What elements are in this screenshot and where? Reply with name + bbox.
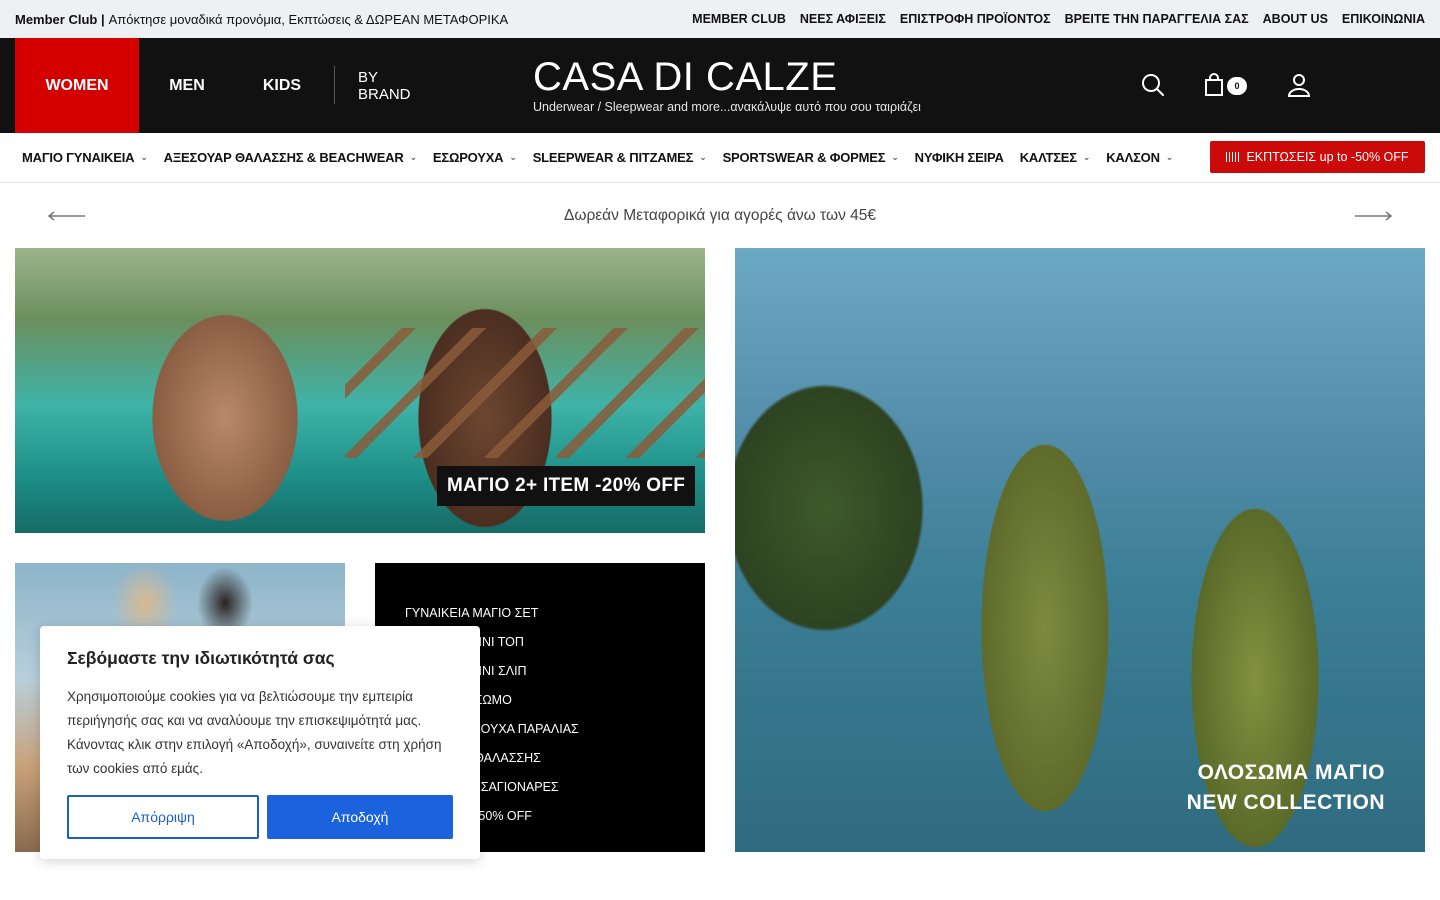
banner-offer-label: ΜΑΓΙΟ 2+ ITEM -20% OFF — [437, 466, 696, 506]
top-link-returns[interactable]: ΕΠΙΣΤΡΟΦΗ ΠΡΟΪΟΝΤΟΣ — [900, 12, 1051, 26]
shopping-bag-icon[interactable] — [1202, 72, 1228, 98]
top-link-contact[interactable]: ΕΠΙΚΟΙΝΩΝΙΑ — [1342, 12, 1425, 26]
chevron-down-icon: ⌄ — [140, 152, 148, 162]
nav-men[interactable]: MEN — [160, 38, 214, 133]
cart-count-badge: 0 — [1227, 77, 1247, 95]
member-club-text: Απόκτησε μοναδικά προνόμια, Εκπτώσεις & … — [108, 11, 509, 27]
announcement-carousel: Δωρεάν Μεταφορικά για αγορές άνω των 45€ — [0, 183, 1440, 248]
top-announcement-bar: Member Club | Απόκτησε μοναδικά προνόμια… — [0, 0, 1440, 38]
banner-collection-label: ΟΛΟΣΩΜΑ ΜΑΓΙΟ NEW COLLECTION — [1187, 758, 1385, 818]
accept-button[interactable]: Αποδοχή — [267, 795, 453, 839]
top-link-find-order[interactable]: ΒΡΕΙΤΕ ΤΗΝ ΠΑΡΑΓΓΕΛΙΑ ΣΑΣ — [1065, 12, 1249, 26]
reject-button[interactable]: Απόρριψη — [67, 795, 259, 839]
member-club-promo[interactable]: Member Club | Απόκτησε μοναδικά προνόμια… — [15, 12, 508, 27]
sale-label: ΕΚΠΤΩΣΕΙΣ up to -50% OFF — [1246, 150, 1409, 164]
banner-collection-line-1: ΟΛΟΣΩΜΑ ΜΑΓΙΟ — [1197, 761, 1385, 784]
cat-swimwear[interactable]: ΜΑΓΙΟ ΓΥΝΑΙΚΕΙΑ ⌄ — [22, 150, 148, 165]
chevron-down-icon: ⌄ — [1082, 152, 1091, 162]
cat-label: SPORTSWEAR & ΦΟΡΜΕΣ — [722, 150, 886, 165]
cookie-body: Χρησιμοποιούμε cookies για να βελτιώσουμ… — [67, 689, 442, 776]
member-club-label: Member Club | — [15, 11, 105, 27]
banner-collection-line-2: NEW COLLECTION — [1186, 791, 1385, 814]
barcode-icon — [1226, 152, 1241, 162]
user-account-icon[interactable] — [1286, 72, 1312, 98]
arrow-left-icon[interactable] — [47, 209, 87, 221]
top-links: MEMBER CLUB ΝΕΕΣ ΑΦΙΞΕΙΣ ΕΠΙΣΤΡΟΦΗ ΠΡΟΪΟ… — [692, 12, 1425, 26]
sale-button[interactable]: ΕΚΠΤΩΣΕΙΣ up to -50% OFF — [1210, 141, 1425, 173]
banner-one-piece-collection[interactable]: ΟΛΟΣΩΜΑ ΜΑΓΙΟ NEW COLLECTION — [735, 248, 1425, 852]
list-item[interactable]: ΓΥΝΑΙΚΕΙΑ ΜΑΓΙΟ ΣΕΤ — [405, 599, 675, 628]
cat-sportswear[interactable]: SPORTSWEAR & ΦΟΡΜΕΣ ⌄ — [723, 150, 899, 165]
chevron-down-icon: ⌄ — [1165, 152, 1174, 162]
nav-by-brand[interactable]: BY BRAND — [358, 38, 434, 133]
top-link-new-arrivals[interactable]: ΝΕΕΣ ΑΦΙΞΕΙΣ — [800, 12, 886, 26]
logo-name: CASA DI CALZE — [533, 55, 838, 99]
cat-underwear[interactable]: ΕΣΩΡΟΥΧΑ ⌄ — [433, 150, 517, 165]
cat-label: ΚΑΛΤΣΕΣ — [1019, 150, 1077, 165]
cat-beach-accessories[interactable]: ΑΞΕΣΟΥΑΡ ΘΑΛΑΣΣΗΣ & BEACHWEAR ⌄ — [164, 150, 417, 165]
main-header: WOMEN MEN KIDS BY BRAND CASA DI CALZE Un… — [0, 38, 1440, 133]
chevron-down-icon: ⌄ — [699, 152, 707, 162]
category-nav: ΜΑΓΙΟ ΓΥΝΑΙΚΕΙΑ ⌄ ΑΞΕΣΟΥΑΡ ΘΑΛΑΣΣΗΣ & BEA… — [0, 133, 1440, 183]
site-logo[interactable]: CASA DI CALZE Underwear / Sleepwear and … — [533, 54, 921, 114]
chevron-down-icon: ⌄ — [409, 152, 418, 162]
cat-socks[interactable]: ΚΑΛΤΣΕΣ ⌄ — [1020, 150, 1091, 165]
top-link-about-us[interactable]: ABOUT US — [1263, 12, 1328, 26]
cookie-title: Σεβόμαστε την ιδιωτικότητά σας — [67, 648, 335, 668]
cat-label: ΜΑΓΙΟ ΓΥΝΑΙΚΕΙΑ — [22, 150, 135, 165]
logo-tagline: Underwear / Sleepwear and more...ανακάλυ… — [533, 100, 921, 114]
cat-label: ΚΑΛΣΟΝ — [1106, 150, 1160, 165]
banner-bikini-offer[interactable]: ΜΑΓΙΟ 2+ ITEM -20% OFF — [15, 248, 705, 533]
cookie-buttons: Απόρριψη Αποδοχή — [67, 795, 453, 839]
cat-tights[interactable]: ΚΑΛΣΟΝ ⌄ — [1106, 150, 1173, 165]
search-icon[interactable] — [1140, 72, 1166, 98]
cat-sleepwear[interactable]: SLEEPWEAR & ΠΙΤΖΑΜΕΣ ⌄ — [533, 150, 707, 165]
arrow-right-icon[interactable] — [1353, 209, 1393, 221]
cookie-consent-dialog: Σεβόμαστε την ιδιωτικότητά σας Χρησιμοπο… — [40, 626, 480, 859]
cat-label: ΝΥΦΙΚΗ ΣΕΙΡΑ — [914, 150, 1004, 165]
nav-divider — [334, 66, 335, 104]
nav-women[interactable]: WOMEN — [15, 38, 139, 133]
nav-kids[interactable]: KIDS — [252, 38, 312, 133]
banner-photo — [345, 328, 705, 458]
cat-label: ΑΞΕΣΟΥΑΡ ΘΑΛΑΣΣΗΣ & BEACHWEAR — [163, 150, 404, 165]
cat-label: SLEEPWEAR & ΠΙΤΖΑΜΕΣ — [532, 150, 694, 165]
chevron-down-icon: ⌄ — [891, 152, 899, 162]
announcement-text: Δωρεάν Μεταφορικά για αγορές άνω των 45€ — [564, 206, 876, 224]
chevron-down-icon: ⌄ — [509, 152, 517, 162]
cat-bridal[interactable]: ΝΥΦΙΚΗ ΣΕΙΡΑ — [915, 150, 1004, 165]
cat-label: ΕΣΩΡΟΥΧΑ — [432, 150, 504, 165]
top-link-member-club[interactable]: MEMBER CLUB — [692, 12, 786, 26]
